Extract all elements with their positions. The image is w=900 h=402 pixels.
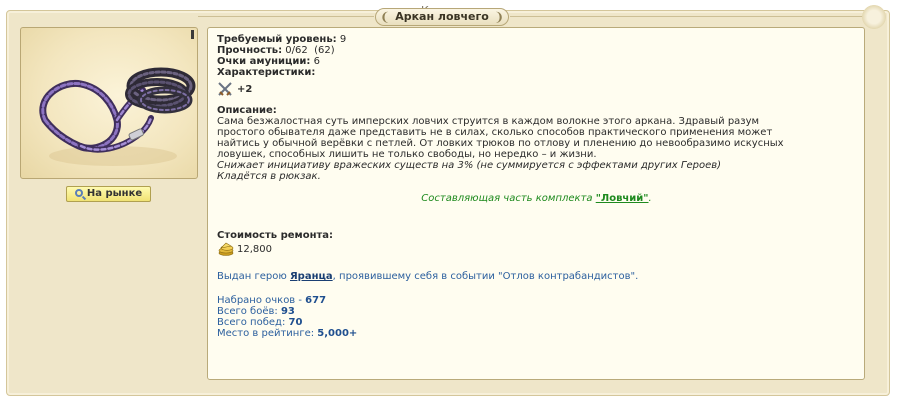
repair-cost-heading: Стоимость ремонта:	[217, 230, 334, 241]
durability: Прочность: 0/62 (62)	[217, 45, 335, 56]
scroll-marker	[191, 30, 194, 39]
characteristics-label: Характеристики:	[217, 67, 316, 78]
item-image	[20, 27, 198, 179]
attack-bonus: +2	[217, 81, 856, 97]
set-membership: Составляющая часть комплекта "Ловчий".	[421, 193, 652, 204]
set-link[interactable]: "Ловчий"	[596, 193, 649, 204]
wins-row: Всего побед: 70	[217, 317, 303, 328]
item-info-panel: Требуемый уровень: 9 Прочность: 0/62 (62…	[207, 27, 865, 380]
purple-rope-lasso-icon	[39, 67, 196, 166]
required-level: Требуемый уровень: 9	[217, 34, 347, 45]
battles-row: Всего боёв: 93	[217, 306, 295, 317]
repair-cost: 12,800	[217, 242, 856, 258]
storage-line: Кладётся в рюкзак.	[217, 171, 321, 182]
description-heading: Описание:	[217, 105, 277, 116]
hero-link[interactable]: Яранца	[290, 271, 333, 282]
description-line: Сама безжалостная суть имперских ловчих …	[217, 116, 760, 127]
item-title-tab: ❨ Аркан ловчего ❩	[375, 8, 509, 26]
event-stats: Набрано очков - 677 Всего боёв: 93 Всего…	[217, 295, 856, 339]
given-to-hero: Выдан герою Яранца, проявившему себя в с…	[217, 271, 639, 282]
market-button[interactable]: На рынке	[66, 186, 151, 202]
market-button-label: На рынке	[86, 188, 143, 199]
crossed-swords-icon	[218, 82, 232, 96]
curl-right-icon: ❩	[493, 10, 504, 24]
title-rule-left	[198, 16, 374, 17]
description-line: найтись у обычной верёвки с петлей. От л…	[217, 138, 784, 149]
description-line: простого обывателя даже представить не в…	[217, 127, 773, 138]
rank-row: Место в рейтинге: 5,000+	[217, 328, 358, 339]
ammo-points: Очки амуниции: 6	[217, 56, 320, 67]
title-rule-right	[510, 16, 865, 17]
points-row: Набрано очков - 677	[217, 295, 327, 306]
corner-ornament-icon	[862, 5, 886, 29]
description-line: ловушек, способных лишить не только своб…	[217, 149, 597, 160]
effect-line: Снижает инициативу вражеских существ на …	[217, 160, 722, 171]
curl-left-icon: ❨	[380, 10, 391, 24]
gold-coins-icon	[218, 242, 234, 256]
item-title: Аркан ловчего	[395, 10, 489, 23]
magnifier-icon	[74, 189, 83, 197]
